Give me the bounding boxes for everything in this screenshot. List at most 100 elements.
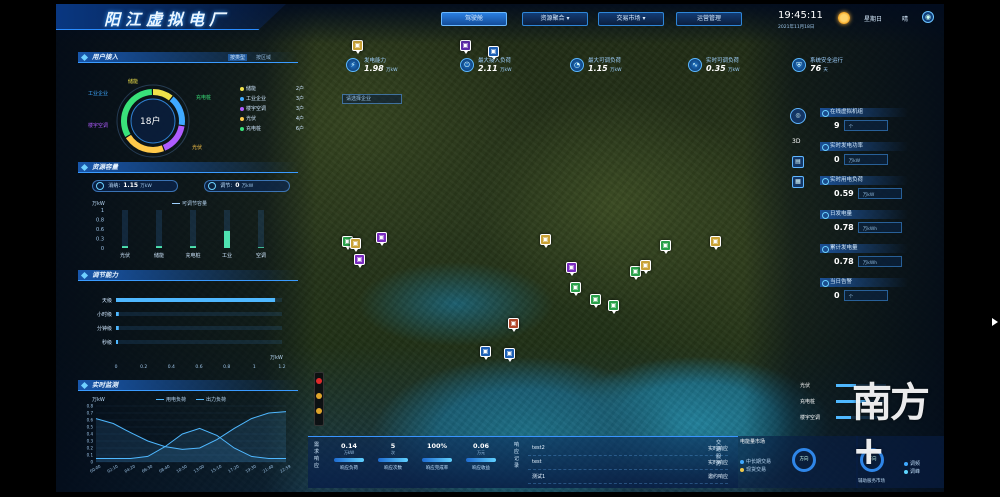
response-metric-unit: 万kW — [343, 450, 355, 455]
right-stat-label: 日发电量 — [820, 210, 908, 219]
users-tab-region[interactable]: 按区域 — [256, 54, 271, 61]
ring-label-storage: 储能 — [128, 79, 139, 85]
user-icon[interactable]: ◉ — [922, 11, 934, 23]
nav-resource-aggregation[interactable]: 资源聚合 ▾ — [522, 12, 588, 26]
amber-light-icon — [316, 408, 322, 414]
tool-3d[interactable]: 3D — [792, 138, 800, 145]
ancillary-title: 辅助服务市场 — [858, 479, 885, 484]
red-light-icon — [316, 378, 322, 384]
bar-储能 — [156, 246, 162, 248]
resource-bar-chart: 1 0.8 0.6 0.3 0 光伏 储能 充电桩 工业 空调 — [96, 208, 266, 259]
bar-空调 — [258, 247, 264, 248]
mini-bar-label: 楼宇空调 — [800, 415, 821, 421]
resource-gen-pill: 消纳：1.15 万kW — [92, 180, 178, 192]
screen: ▣ ▣ ▣ ▣ ▣ ▣ ▣ ▣ ▣ ▣ ▣ ▣ ▣ ▣ ▣ ▣ ▣ ▣ ▣ 阳江… — [0, 0, 1000, 497]
x-tick-label: 10:50 — [175, 463, 188, 473]
right-stat-label: 实时发电功率 — [820, 142, 908, 151]
nav-cockpit[interactable]: 驾驶舱 — [441, 12, 507, 26]
right-stat-box: 万kW — [843, 154, 888, 165]
right-stat-label: 当日告警 — [820, 278, 908, 287]
x-tick-label: 22:59 — [279, 463, 292, 473]
response-side-label: 需求响应 — [314, 442, 320, 469]
map-pin-charging[interactable]: ▣ — [590, 294, 601, 308]
users-legend-row: 工业企业 3户 — [240, 94, 304, 104]
grid-icon[interactable]: ▦ — [792, 176, 804, 188]
y-tick-label: 0.6 — [87, 418, 94, 423]
users-tab-type[interactable]: 按类型 — [228, 54, 248, 61]
amber-light-icon — [316, 393, 322, 399]
ring-label-pv: 光伏 — [192, 145, 203, 151]
regulation-unit: 万kW — [270, 355, 283, 361]
nav-operations[interactable]: 运营管理 — [676, 12, 742, 26]
bar-小时级 — [116, 312, 119, 316]
response-metric-label: 响应完成率 — [425, 466, 449, 471]
right-stat-row: 0个 — [820, 290, 908, 301]
response-metric: 0.06 万元 响应收益 — [460, 442, 502, 471]
x-tick-label: 00:00 — [89, 463, 102, 473]
right-stat-card: 实时发电功率 0 万kW — [820, 142, 908, 165]
bar-秒级 — [116, 340, 118, 344]
y-tick-label: 0.1 — [87, 453, 94, 458]
map-pin-storage[interactable]: ▣ — [540, 234, 551, 248]
weekday: 星期日 — [864, 16, 883, 23]
map-pin-industry[interactable]: ▣ — [480, 346, 491, 360]
bar-track — [258, 210, 264, 248]
trade-label: 交易服务 — [716, 440, 722, 467]
record-name: test — [532, 459, 542, 465]
map-pin-storage[interactable]: ▣ — [640, 260, 651, 274]
map-pin-charging[interactable]: ▣ — [570, 282, 581, 296]
right-stat-row: 0 万kW — [820, 154, 908, 165]
clock-time: 19:45:11 — [778, 10, 823, 21]
right-stat-value: 0.59 — [834, 188, 854, 198]
users-legend-row: 充电桩 6户 — [240, 124, 304, 134]
map-pin-charging[interactable]: ▣ — [660, 240, 671, 254]
gauge-icon: ◔ — [570, 58, 584, 72]
locate-icon[interactable]: ◎ — [790, 108, 806, 124]
bar-track — [116, 326, 282, 330]
monitor-line-chart: 0.8 0.7 0.6 0.5 0.4 0.3 0.2 0.1 000:00 02:10 04:20… — [87, 404, 292, 474]
layers-icon[interactable]: ▤ — [792, 156, 804, 168]
check-icon — [208, 182, 216, 190]
response-record-row[interactable]: test2 实时响应 — [528, 442, 728, 456]
record-status: 邀约响应 — [707, 474, 728, 480]
resource-load-pill: 调节：0 万kW — [204, 180, 290, 192]
response-record-row[interactable]: 测试1 邀约响应 — [528, 470, 728, 484]
map-pin-storage[interactable]: ▣ — [710, 236, 721, 250]
bar-track — [122, 210, 128, 248]
right-stat-box: 个 — [843, 290, 888, 301]
shield-icon: ⛨ — [792, 58, 806, 72]
users-legend: 储能 2户 工业企业 3户 楼宇空调 3户 光伏 4户 充电桩 6户 — [240, 84, 304, 134]
map-pin-storage[interactable]: ▣ — [350, 238, 361, 252]
map-pin-hvac[interactable]: ▣ — [376, 232, 387, 246]
section-title-resource: 资源容量 — [78, 162, 298, 173]
clock-date: 2021年11月18日 — [778, 25, 815, 30]
map-pin-hvac[interactable]: ▣ — [566, 262, 577, 276]
nav-trading-market[interactable]: 交易市场 ▾ — [598, 12, 664, 26]
y-category-label: 小时级 — [97, 311, 112, 318]
response-metric-value: 5 — [390, 442, 396, 450]
plug-icon: ⏻ — [460, 58, 474, 72]
map-pin-solar[interactable]: ▣ — [508, 318, 519, 332]
response-record-row[interactable]: test 实时响应 — [528, 456, 728, 470]
x-tick-label: 21:40 — [262, 463, 275, 473]
legend-swatch — [240, 106, 244, 111]
y-tick-label: 0.2 — [87, 446, 94, 451]
right-stat-card: 当日告警 0 个 — [820, 278, 908, 301]
company-select[interactable]: 请选择企业 — [342, 94, 402, 104]
x-tick-label: 储能 — [154, 252, 164, 259]
y-tick-label: 0.8 — [87, 404, 94, 409]
legend-swatch — [240, 96, 244, 101]
x-tick-label: 1 — [253, 364, 256, 370]
cursor-icon — [992, 318, 998, 326]
response-metric-bar — [422, 458, 452, 462]
map-pin-hvac[interactable]: ▣ — [354, 254, 365, 268]
bar-track — [156, 210, 162, 248]
y-tick-label: 0 — [101, 246, 104, 252]
y-tick-label: 0 — [90, 460, 93, 465]
map-pin-industry[interactable]: ▣ — [504, 348, 515, 362]
right-stat-row: 0.59 万kW — [820, 188, 908, 199]
y-tick-label: 0.6 — [96, 227, 104, 233]
response-metric-label: 响应收益 — [472, 466, 490, 471]
ring-label-hvac: 楼宇空调 — [88, 123, 109, 129]
map-pin-charging[interactable]: ▣ — [608, 300, 619, 314]
